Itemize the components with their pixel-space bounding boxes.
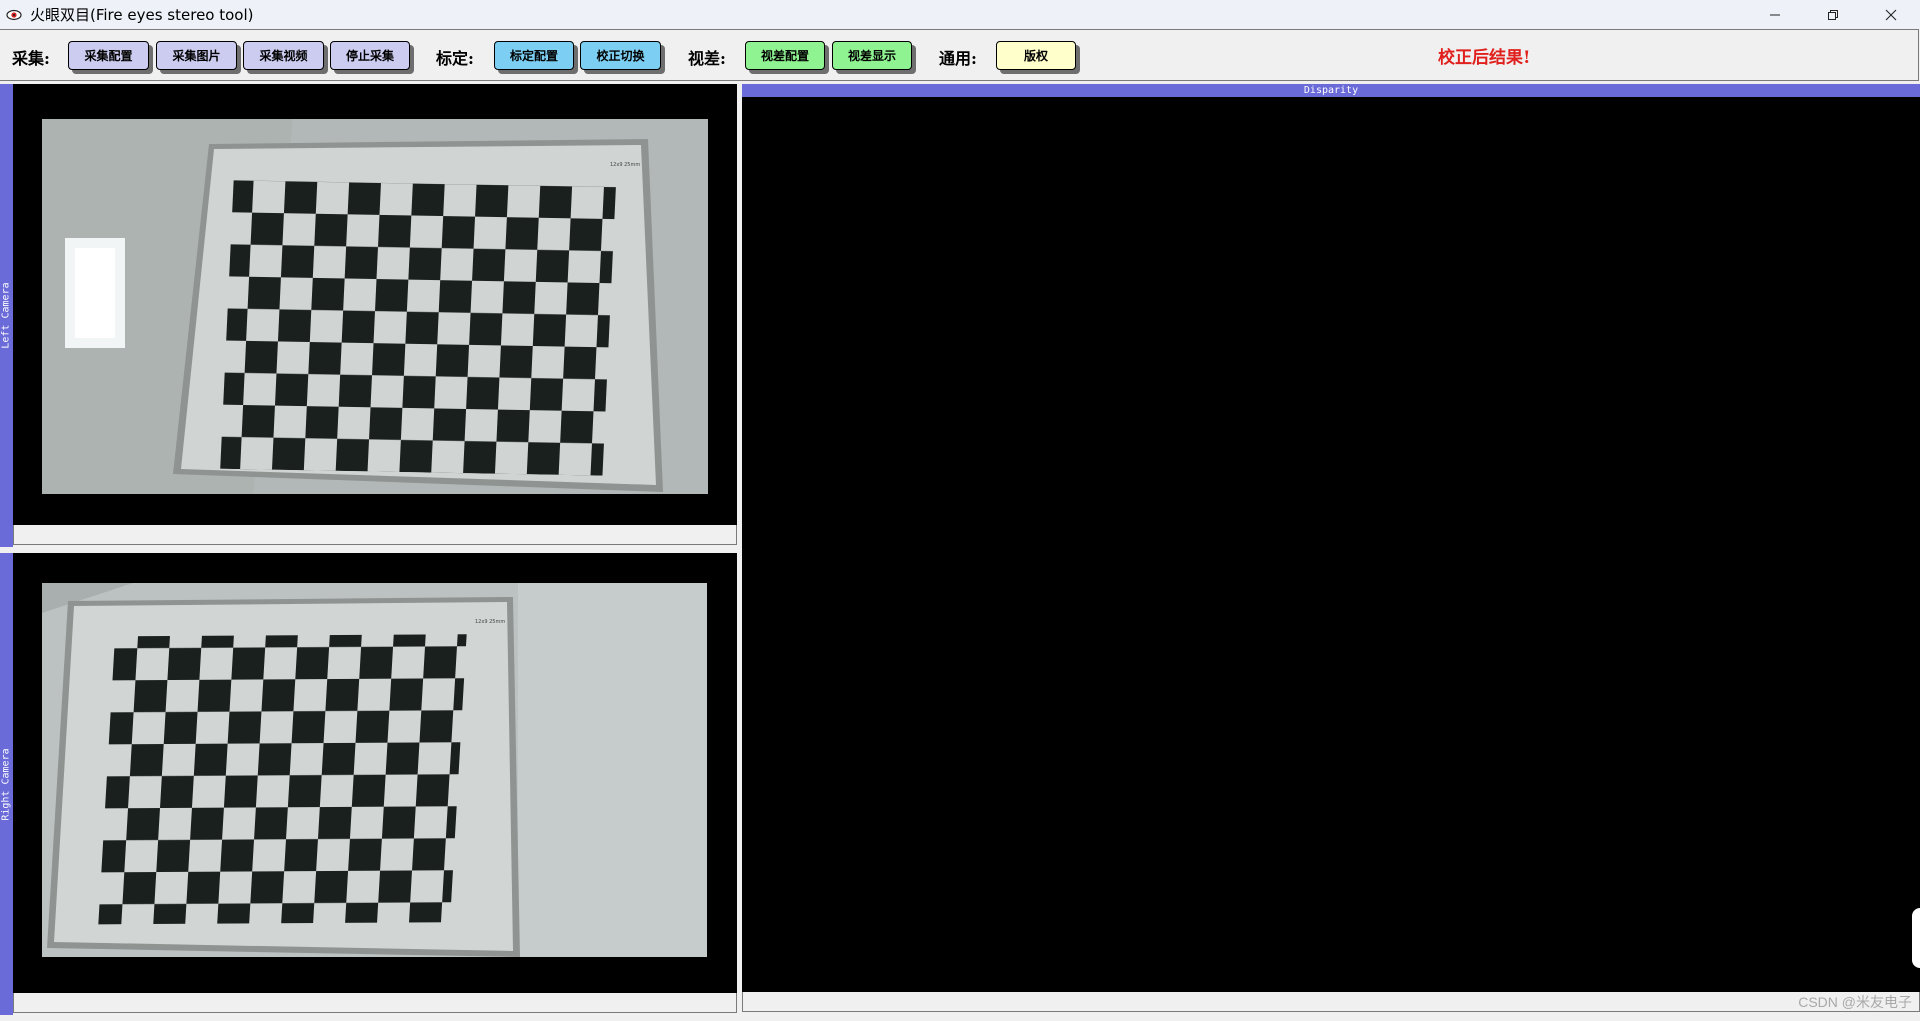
stop-capture-button[interactable]: 停止采集: [330, 41, 410, 70]
right-camera-image: 12x9 25mm: [13, 553, 737, 993]
left-camera-label: Left Camera: [1, 282, 13, 349]
restore-button[interactable]: [1804, 0, 1862, 29]
restore-icon: [1828, 9, 1838, 20]
left-camera-footer: [13, 525, 737, 545]
status-text: 校正后结果!: [1438, 48, 1531, 68]
minimize-icon: [1770, 14, 1780, 15]
right-camera-label: Right Camera: [1, 747, 12, 821]
window-controls: [1746, 0, 1920, 29]
capture-label: 采集:: [12, 49, 50, 68]
right-camera-view: 12x9 25mm: [13, 553, 737, 993]
app-eye-icon: [6, 9, 22, 20]
close-icon: [1885, 9, 1897, 20]
rectify-switch-button[interactable]: 校正切换: [580, 41, 661, 70]
disparity-footer: [742, 992, 1920, 1012]
calibration-config-button[interactable]: 标定配置: [494, 41, 574, 70]
capture-image-button[interactable]: 采集图片: [156, 41, 237, 70]
disparity-label: 视差:: [688, 49, 726, 68]
left-camera-view: 12x9 25mm: [13, 84, 737, 525]
minimize-button[interactable]: [1746, 0, 1804, 29]
left-camera-panel: Left Camera 12x9 25mm: [0, 84, 738, 547]
capture-config-button[interactable]: 采集配置: [68, 41, 149, 70]
disparity-view: [742, 97, 1920, 992]
capture-video-button[interactable]: 采集视频: [243, 41, 324, 70]
close-button[interactable]: [1862, 0, 1920, 29]
calibration-label: 标定:: [436, 49, 474, 68]
left-camera-image: 12x9 25mm: [13, 84, 737, 525]
svg-text:12x9 25mm: 12x9 25mm: [475, 619, 505, 625]
disparity-show-button[interactable]: 视差显示: [832, 41, 912, 70]
disparity-panel: Disparity: [742, 84, 1920, 1014]
general-label: 通用:: [939, 49, 977, 68]
right-camera-panel: Right Camera 12x9 25mm: [0, 553, 738, 1015]
window-title: 火眼双目(Fire eyes stereo tool): [30, 6, 254, 24]
toolbar: 采集: 采集配置 采集图片 采集视频 停止采集 标定: 标定配置 校正切换 视差…: [0, 29, 1919, 81]
svg-text:12x9 25mm: 12x9 25mm: [610, 162, 640, 168]
right-camera-footer: [13, 993, 737, 1013]
disparity-header: Disparity: [742, 84, 1920, 97]
title-bar: 火眼双目(Fire eyes stereo tool): [0, 0, 1920, 29]
disparity-config-button[interactable]: 视差配置: [745, 41, 825, 70]
copyright-button[interactable]: 版权: [996, 41, 1076, 70]
scrollbar-handle[interactable]: [1912, 908, 1920, 968]
watermark: CSDN @米友电子: [1798, 994, 1912, 1010]
